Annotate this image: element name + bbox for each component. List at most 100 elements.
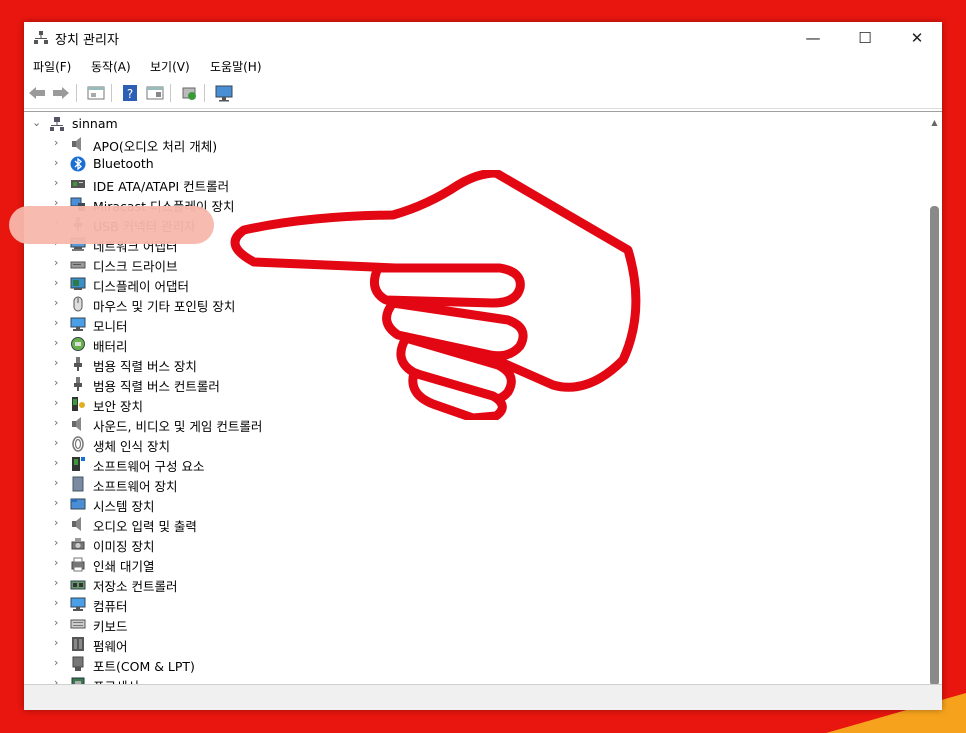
chevron-right-icon[interactable]: ›: [54, 636, 58, 649]
chevron-right-icon[interactable]: ›: [54, 616, 58, 629]
device-category-label: 디스플레이 어댑터: [93, 279, 189, 294]
maximize-button[interactable]: ☐: [842, 22, 888, 54]
device-category-label: 소프트웨어 장치: [93, 479, 178, 494]
device-category-item[interactable]: › 펌웨어: [24, 634, 904, 654]
device-category-label: 모니터: [93, 319, 128, 334]
tree-root-node[interactable]: ⌄ sinnam: [24, 114, 904, 134]
forward-icon[interactable]: [51, 83, 71, 103]
view-icon[interactable]: [145, 83, 165, 103]
device-category-label: 이미징 장치: [93, 539, 155, 554]
device-category-item[interactable]: › 오디오 입력 및 출력: [24, 514, 904, 534]
status-bar: [24, 684, 942, 710]
menu-view[interactable]: 보기(V): [150, 58, 190, 75]
device-category-item[interactable]: › APO(오디오 처리 개체): [24, 134, 904, 154]
menu-action[interactable]: 동작(A): [91, 58, 131, 75]
device-category-label: 키보드: [93, 619, 128, 634]
system-folder-icon: [70, 498, 86, 510]
close-button[interactable]: ✕: [894, 22, 940, 54]
device-manager-icon: [34, 31, 48, 44]
camera-icon: [71, 538, 85, 550]
usb-icon: [74, 357, 82, 371]
chevron-right-icon[interactable]: ›: [54, 336, 58, 349]
chevron-right-icon[interactable]: ›: [54, 656, 58, 669]
device-category-item[interactable]: › 컴퓨터: [24, 594, 904, 614]
chevron-right-icon[interactable]: ›: [54, 416, 58, 429]
title-bar[interactable]: 장치 관리자 — ☐ ✕: [24, 22, 942, 54]
window-title: 장치 관리자: [55, 33, 119, 48]
chevron-right-icon[interactable]: ›: [54, 256, 58, 269]
chevron-right-icon[interactable]: ›: [54, 296, 58, 309]
update-driver-icon[interactable]: [179, 83, 199, 103]
chevron-right-icon[interactable]: ›: [54, 476, 58, 489]
chevron-right-icon[interactable]: ›: [54, 176, 58, 189]
device-category-label: Bluetooth: [93, 156, 154, 171]
toolbar: ?: [24, 78, 942, 109]
highlight-marker: [9, 206, 214, 244]
toolbar-separator: [76, 84, 77, 102]
toolbar-separator: [204, 84, 205, 102]
display-adapter-icon: [70, 277, 86, 290]
chevron-right-icon[interactable]: ›: [54, 576, 58, 589]
chevron-right-icon[interactable]: ›: [54, 396, 58, 409]
chevron-down-icon[interactable]: ⌄: [32, 116, 41, 129]
device-category-item[interactable]: › 저장소 컨트롤러: [24, 574, 904, 594]
help-icon[interactable]: ?: [120, 83, 140, 103]
device-category-label: 컴퓨터: [93, 599, 128, 614]
device-category-item[interactable]: › 인쇄 대기열: [24, 554, 904, 574]
chevron-right-icon[interactable]: ›: [54, 276, 58, 289]
toolbar-separator: [170, 84, 171, 102]
chevron-right-icon[interactable]: ›: [54, 436, 58, 449]
chevron-right-icon[interactable]: ›: [54, 156, 58, 169]
storage-controller-icon: [70, 580, 86, 590]
chevron-right-icon[interactable]: ›: [54, 556, 58, 569]
chevron-right-icon[interactable]: ›: [54, 456, 58, 469]
pointing-hand-icon: [230, 170, 641, 420]
disk-drive-icon: [70, 261, 86, 269]
speaker-icon: [72, 517, 81, 531]
menu-file[interactable]: 파일(F): [33, 58, 71, 75]
chevron-right-icon[interactable]: ›: [54, 316, 58, 329]
device-category-item[interactable]: › 생체 인식 장치: [24, 434, 904, 454]
device-category-label: 범용 직렬 버스 장치: [93, 359, 197, 374]
back-icon[interactable]: [27, 83, 47, 103]
security-key-icon: [72, 397, 85, 411]
device-category-label: 소프트웨어 구성 요소: [93, 459, 205, 474]
device-category-item[interactable]: › 이미징 장치: [24, 534, 904, 554]
device-category-label: 포트(COM & LPT): [93, 659, 195, 674]
chevron-right-icon[interactable]: ›: [54, 496, 58, 509]
ide-controller-icon: [71, 180, 85, 188]
device-category-label: 배터리: [93, 339, 128, 354]
keyboard-icon: [70, 619, 86, 629]
device-category-label: APO(오디오 처리 개체): [93, 139, 218, 154]
properties-icon[interactable]: [86, 83, 106, 103]
vertical-scrollbar-thumb[interactable]: [930, 206, 939, 686]
chevron-right-icon[interactable]: ›: [54, 376, 58, 389]
computer-icon: [50, 117, 64, 131]
chevron-right-icon[interactable]: ›: [54, 516, 58, 529]
monitor-icon[interactable]: [214, 83, 234, 103]
svg-text:?: ?: [127, 87, 133, 101]
speaker-icon: [72, 417, 81, 431]
device-category-label: 인쇄 대기열: [93, 559, 155, 574]
device-category-item[interactable]: › 소프트웨어 구성 요소: [24, 454, 904, 474]
device-category-label: 생체 인식 장치: [93, 439, 170, 454]
chevron-right-icon[interactable]: ›: [54, 356, 58, 369]
device-category-label: 저장소 컨트롤러: [93, 579, 178, 594]
device-category-item[interactable]: › 포트(COM & LPT): [24, 654, 904, 674]
computer-name: sinnam: [72, 116, 118, 131]
chevron-right-icon[interactable]: ›: [54, 536, 58, 549]
chevron-right-icon[interactable]: ›: [54, 596, 58, 609]
device-category-item[interactable]: › 시스템 장치: [24, 494, 904, 514]
printer-icon: [71, 557, 85, 572]
firmware-icon: [72, 637, 84, 651]
device-category-item[interactable]: › 소프트웨어 장치: [24, 474, 904, 494]
minimize-button[interactable]: —: [790, 22, 836, 54]
device-category-item[interactable]: › 키보드: [24, 614, 904, 634]
toolbar-separator: [111, 84, 112, 102]
scroll-up-icon[interactable]: ▲: [930, 118, 939, 128]
menu-help[interactable]: 도움말(H): [210, 58, 262, 75]
chevron-right-icon[interactable]: ›: [54, 136, 58, 149]
software-component-icon: [72, 457, 85, 471]
monitor-icon: [70, 597, 86, 611]
speaker-icon: [72, 137, 81, 151]
